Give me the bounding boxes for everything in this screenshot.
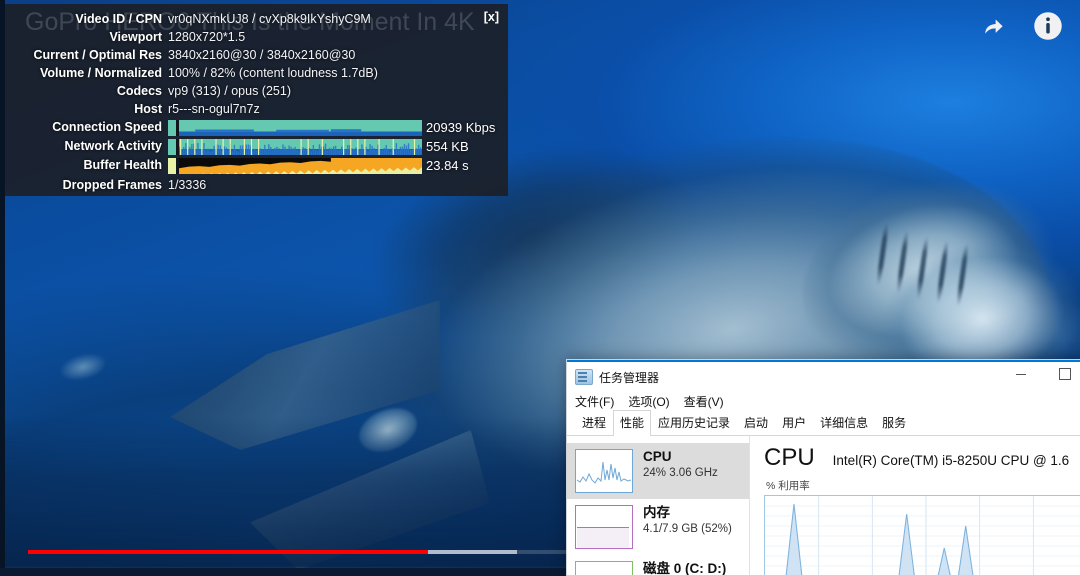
sidebar-item-label: 磁盘 0 (C: D:) (643, 561, 727, 576)
stats-row: Current / Optimal Res 3840x2160@30 / 384… (5, 46, 508, 64)
stats-value: 1280x720*1.5 (168, 29, 246, 44)
stats-row: Viewport 1280x720*1.5 (5, 28, 508, 46)
cpu-sparkline-icon (575, 449, 633, 493)
network-activity-value: 554 KB (426, 139, 469, 154)
tab-startup[interactable]: 启动 (737, 410, 775, 435)
buffer-health-value: 23.84 s (426, 158, 469, 173)
stats-label: Host (134, 101, 162, 116)
stats-row: Video ID / CPN vr0qNXmkUJ8 / cvXp8k9IkYs… (5, 10, 508, 28)
cpu-header: CPU Intel(R) Core(TM) i5-8250U CPU @ 1.6 (764, 446, 1080, 470)
sidebar-item-label: 内存 (643, 505, 670, 520)
disk-sparkline-icon (575, 561, 633, 575)
menu-bar: 文件(F) 选项(O) 查看(V) (567, 390, 1080, 412)
stats-row: Volume / Normalized 100% / 82% (content … (5, 64, 508, 82)
tab-performance[interactable]: 性能 (613, 410, 652, 436)
stats-graph-row: Buffer Health 23.84 s (5, 156, 508, 175)
sidebar-item-disk[interactable]: 磁盘 0 (C: D:) 2% (567, 555, 749, 576)
stats-row: Codecs vp9 (313) / opus (251) (5, 82, 508, 100)
stats-label: Current / Optimal Res (33, 47, 163, 62)
tab-users[interactable]: 用户 (775, 410, 813, 435)
maximize-button[interactable] (1043, 360, 1080, 388)
stats-row: Dropped Frames 1/3336 (5, 175, 508, 195)
menu-file[interactable]: 文件(F) (575, 393, 614, 410)
sidebar-item-text: CPU 24% 3.06 GHz (643, 449, 718, 479)
stats-label: Network Activity (64, 139, 162, 154)
window-title: 任务管理器 (599, 370, 660, 385)
stats-label: Connection Speed (52, 120, 162, 135)
tab-services[interactable]: 服务 (875, 410, 913, 435)
connection-speed-value: 20939 Kbps (426, 120, 496, 135)
stats-value: vr0qNXmkUJ8 / cvXp8k9IkYshyC9M (168, 11, 371, 26)
stats-label: Video ID / CPN (75, 11, 162, 26)
stats-value: r5---sn-ogul7n7z (168, 101, 260, 116)
chart-axis-label: % 利用率 (766, 480, 810, 492)
stats-label: Viewport (109, 29, 162, 44)
cpu-model: Intel(R) Core(TM) i5-8250U CPU @ 1.6 (832, 453, 1070, 468)
tab-app-history[interactable]: 应用历史记录 (651, 410, 737, 435)
dropped-frames-value: 1/3336 (168, 177, 207, 192)
menu-view[interactable]: 查看(V) (684, 393, 724, 410)
memory-bar-icon (575, 505, 633, 549)
sidebar-item-cpu[interactable]: CPU 24% 3.06 GHz (567, 443, 749, 499)
stats-value: vp9 (313) / opus (251) (168, 83, 291, 98)
stats-label: Volume / Normalized (39, 65, 162, 80)
minimize-button[interactable] (999, 360, 1043, 388)
cpu-heading: CPU (764, 444, 815, 471)
stats-value: 3840x2160@30 / 3840x2160@30 (168, 47, 356, 62)
cpu-detail-panel: CPU Intel(R) Core(TM) i5-8250U CPU @ 1.6… (750, 436, 1080, 575)
sidebar-item-sub: 24% 3.06 GHz (643, 466, 718, 479)
sidebar-item-label: CPU (643, 449, 672, 464)
tab-processes[interactable]: 进程 (575, 410, 613, 435)
stats-graph-row: Connection Speed 20939 Kbps (5, 118, 508, 137)
performance-body: CPU 24% 3.06 GHz 内存 4.1/7.9 GB (52%) 磁盘 … (567, 436, 1080, 576)
sidebar-item-sub: 4.1/7.9 GB (52%) (643, 522, 732, 535)
title-bar[interactable]: 任务管理器 (567, 360, 1080, 390)
task-manager-window[interactable]: 任务管理器 文件(F) 选项(O) 查看(V) 进程 性能 应用历史记录 启动 … (566, 359, 1080, 576)
network-activity-graph (168, 138, 422, 155)
sidebar-item-text: 内存 4.1/7.9 GB (52%) (643, 505, 732, 535)
connection-speed-graph (168, 119, 422, 136)
menu-options[interactable]: 选项(O) (628, 393, 669, 410)
close-stats-button[interactable]: [x] (484, 11, 499, 24)
share-arrow-icon[interactable] (976, 8, 1012, 44)
sidebar-item-memory[interactable]: 内存 4.1/7.9 GB (52%) (567, 499, 749, 555)
stats-value: 100% / 82% (content loudness 1.7dB) (168, 65, 378, 80)
info-circle-icon[interactable] (1030, 8, 1066, 44)
stats-label: Buffer Health (83, 158, 162, 173)
task-manager-icon (575, 369, 593, 385)
stats-label: Dropped Frames (62, 177, 162, 192)
progress-played (28, 550, 428, 554)
resource-sidebar: CPU 24% 3.06 GHz 内存 4.1/7.9 GB (52%) 磁盘 … (567, 436, 750, 576)
buffer-health-graph (168, 157, 422, 174)
stats-row: Host r5---sn-ogul7n7z (5, 100, 508, 118)
sidebar-item-text: 磁盘 0 (C: D:) 2% (643, 561, 727, 576)
stats-for-nerds-panel[interactable]: GoPro HERO6 This Is the Moment In 4K [x]… (5, 4, 508, 196)
window-controls (999, 360, 1080, 388)
cpu-utilization-chart (764, 495, 1080, 575)
player-action-icons (976, 8, 1066, 44)
tab-details[interactable]: 详细信息 (813, 410, 875, 435)
stats-label: Codecs (116, 83, 162, 98)
tab-bar: 进程 性能 应用历史记录 启动 用户 详细信息 服务 (567, 410, 1080, 436)
stats-graph-row: Network Activity 554 KB (5, 137, 508, 156)
